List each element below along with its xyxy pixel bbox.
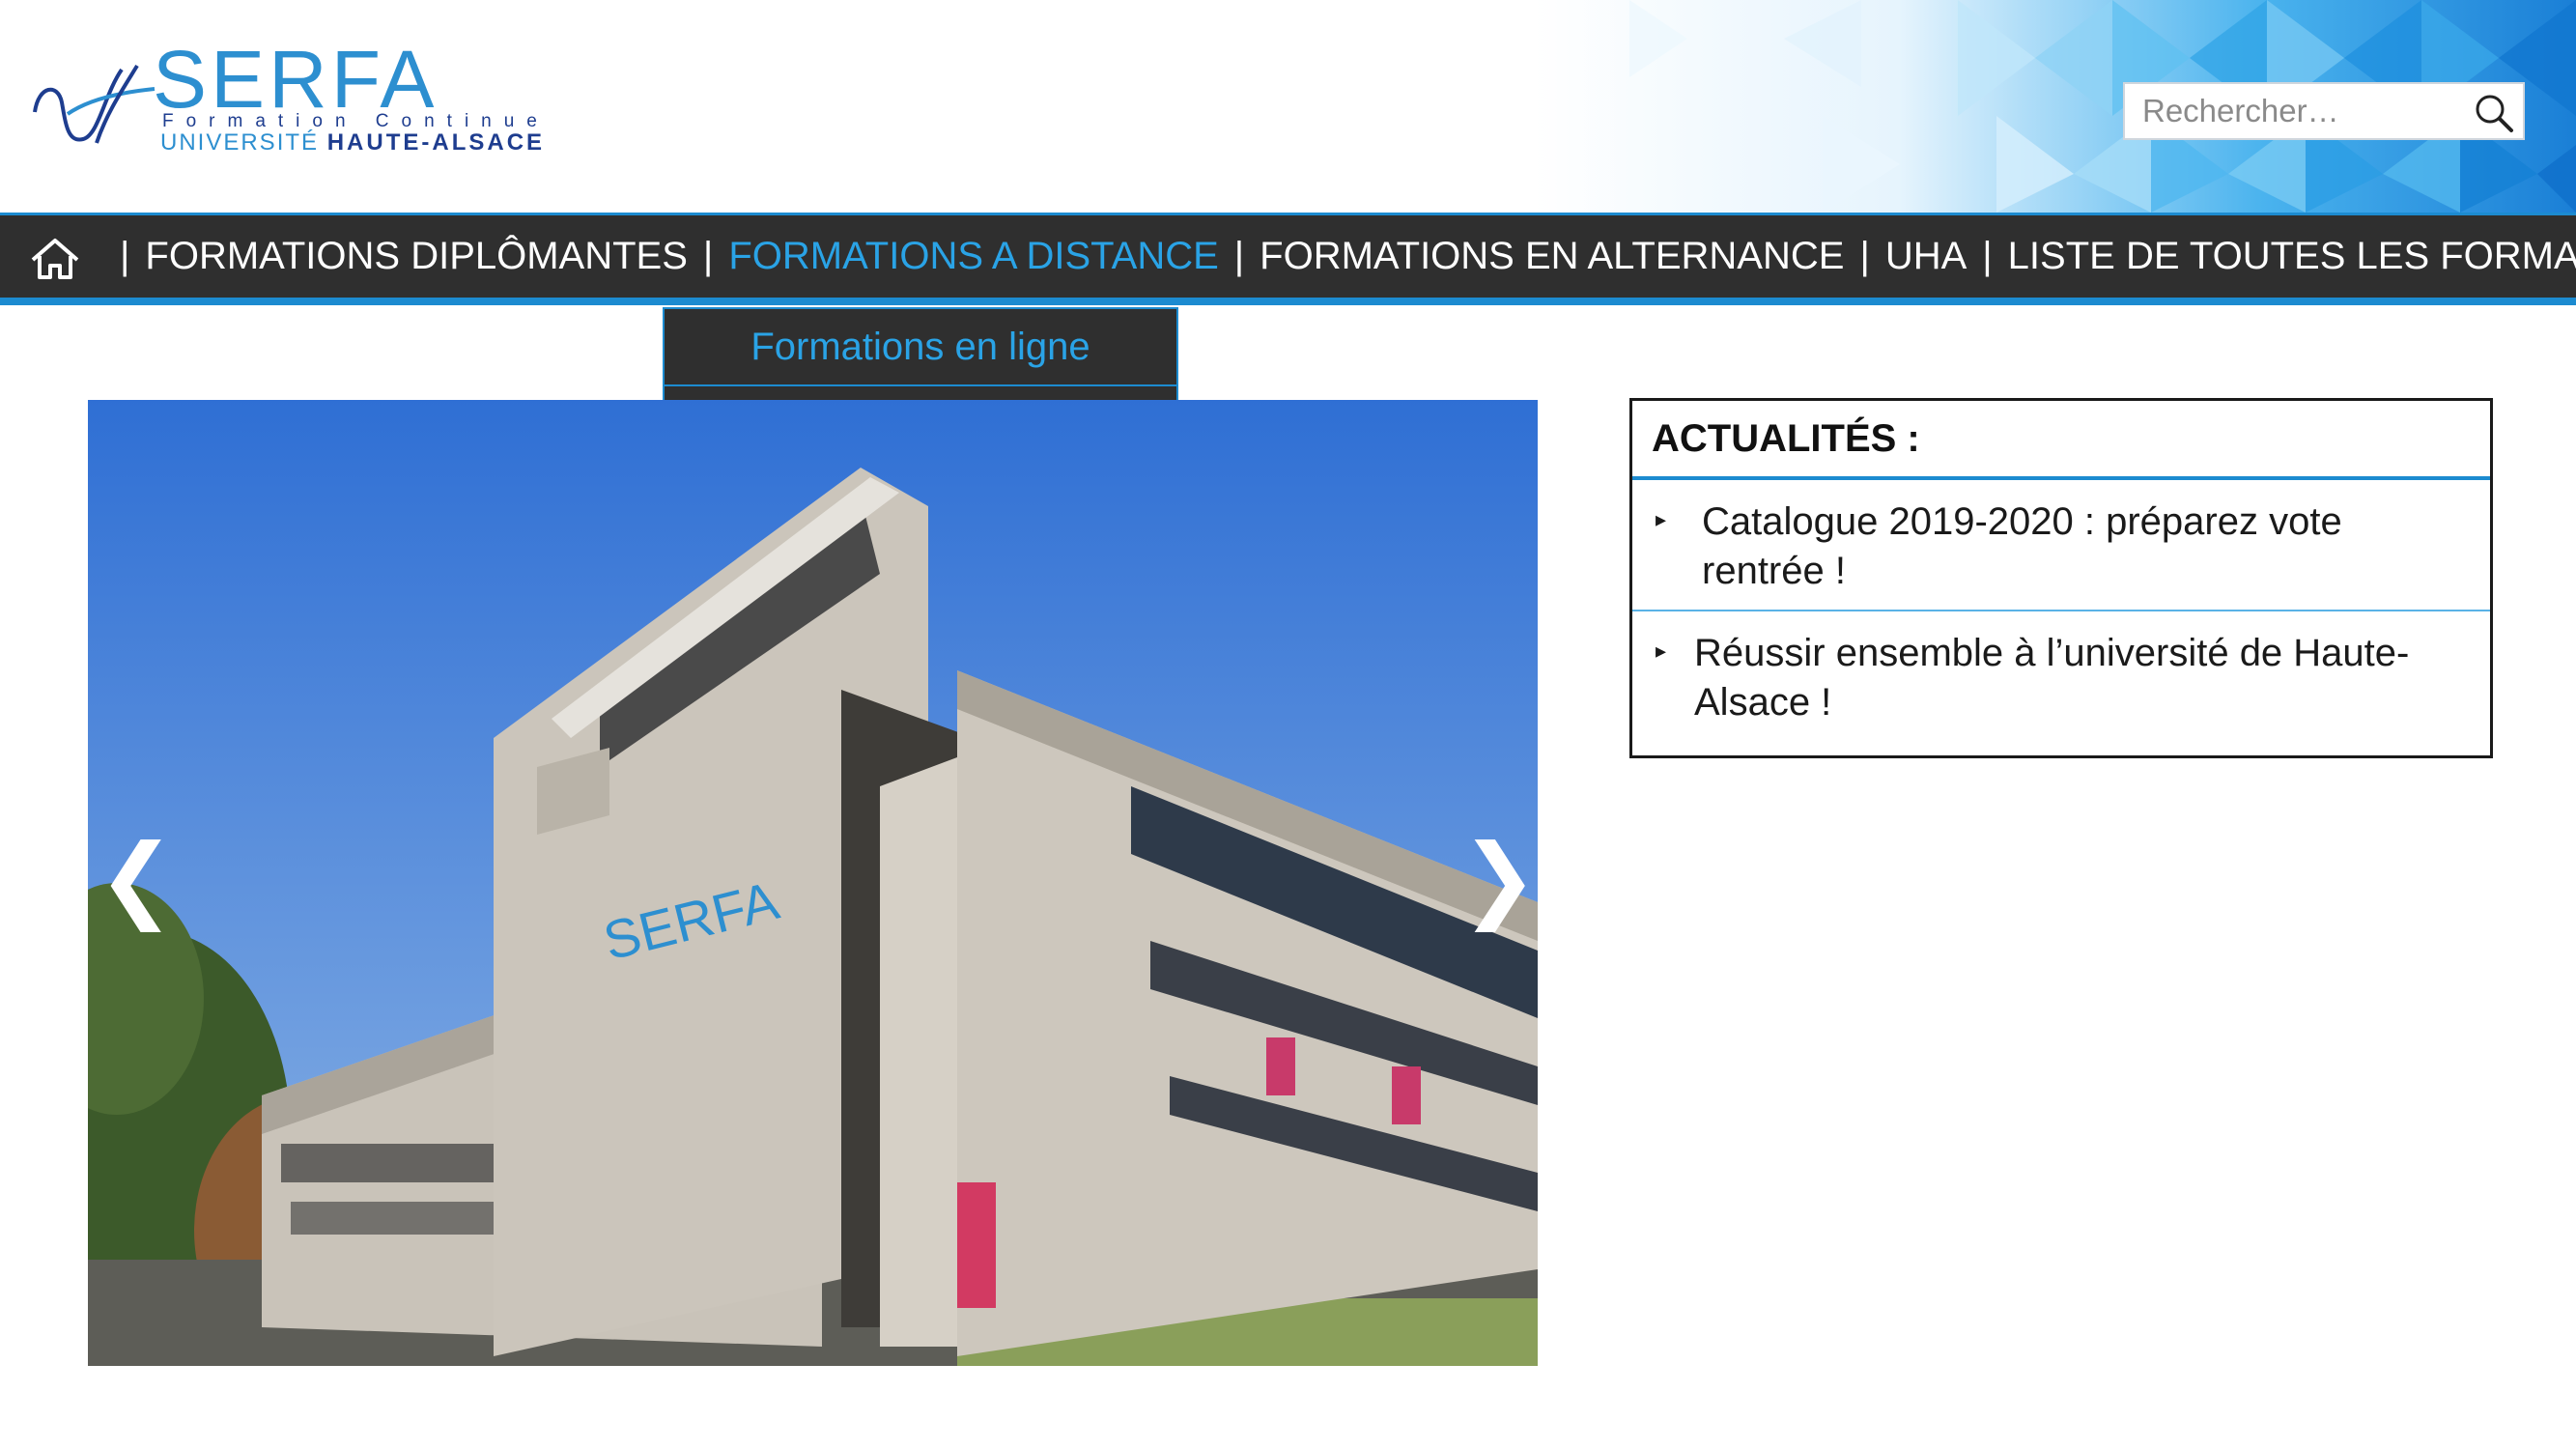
nav-separator: |	[702, 235, 714, 277]
nav-item-formations-a-distance[interactable]: FORMATIONS A DISTANCE	[728, 235, 1218, 278]
logo-wordmark: SERFA	[153, 34, 439, 125]
news-title: ACTUALITÉS :	[1632, 401, 2490, 480]
dropdown-item-formations-en-ligne[interactable]: Formations en ligne	[665, 309, 1176, 384]
bullet-triangle-icon: ▸	[1656, 639, 1667, 663]
nav-menu: | FORMATIONS DIPLÔMANTES | FORMATIONS A …	[104, 215, 2576, 298]
news-item-text: Catalogue 2019-2020 : préparez vote rent…	[1702, 500, 2342, 592]
nav-item-liste-formations[interactable]: LISTE DE TOUTES LES FORMATIONS	[2008, 235, 2576, 278]
nav-item-formations-diplomantes[interactable]: FORMATIONS DIPLÔMANTES	[145, 235, 688, 278]
news-panel: ACTUALITÉS : ▸ Catalogue 2019-2020 : pré…	[1629, 398, 2493, 758]
carousel-prev-button[interactable]: ❮	[98, 825, 175, 931]
search-box	[2123, 82, 2525, 140]
site-header: SERFA Formation Continue UNIVERSITÉ HAUT…	[0, 0, 2576, 213]
bullet-triangle-icon: ▸	[1656, 507, 1667, 531]
news-item-text: Réussir ensemble à l’université de Haute…	[1694, 632, 2410, 724]
image-carousel: SERFA ❮ ❯	[88, 400, 1538, 1366]
news-item[interactable]: ▸ Réussir ensemble à l’université de Hau…	[1632, 611, 2490, 727]
carousel-next-button[interactable]: ❯	[1460, 825, 1538, 931]
uha-swoosh-icon	[33, 64, 156, 144]
nav-item-uha[interactable]: UHA	[1885, 235, 1967, 278]
nav-item-formations-en-alternance[interactable]: FORMATIONS EN ALTERNANCE	[1260, 235, 1844, 278]
logo-university-a: UNIVERSITÉ	[160, 129, 320, 156]
news-item[interactable]: ▸ Catalogue 2019-2020 : préparez vote re…	[1632, 480, 2490, 611]
logo-university-b: HAUTE-ALSACE	[326, 129, 546, 156]
nav-separator: |	[1982, 235, 1993, 277]
serfa-logo[interactable]: SERFA Formation Continue UNIVERSITÉ HAUT…	[29, 39, 551, 164]
home-icon[interactable]	[29, 237, 81, 281]
nav-separator: |	[1859, 235, 1870, 277]
nav-separator: |	[120, 235, 130, 277]
nav-separator: |	[1233, 235, 1245, 277]
search-icon[interactable]	[2473, 92, 2515, 134]
search-input[interactable]	[2125, 84, 2471, 138]
logo-university: UNIVERSITÉ HAUTE-ALSACE	[160, 131, 545, 155]
campus-building-photo: SERFA	[88, 400, 1538, 1366]
main-navbar: | FORMATIONS DIPLÔMANTES | FORMATIONS A …	[0, 213, 2576, 305]
logo-tagline: Formation Continue	[162, 111, 550, 131]
